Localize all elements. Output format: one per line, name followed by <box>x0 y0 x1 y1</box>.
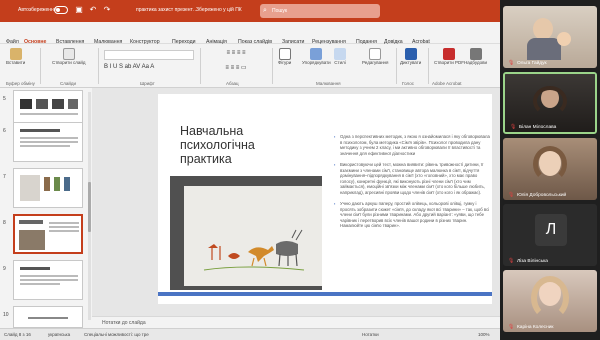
participant-tile[interactable]: 🎙 Юлія Добровольський <box>503 138 597 200</box>
addins-button[interactable]: Надбудови <box>464 48 487 65</box>
microphone-icon <box>404 48 417 60</box>
slide-thumbnail-pane: 5 6 7 8 9 10 <box>0 88 92 328</box>
participant-avatar-initial: Л <box>535 214 567 246</box>
muted-mic-icon: 🎙 <box>510 124 517 130</box>
participant-name: Юлія Добровольський <box>517 193 567 198</box>
notes-pane[interactable]: Нотатки до слайда <box>92 316 500 328</box>
status-bar: Слайд 8 з 16 українська Спеціальні можли… <box>0 328 500 340</box>
drawing-photo[interactable] <box>170 176 322 290</box>
slide-thumbnail[interactable] <box>13 168 83 208</box>
bullet-paragraph: Використовуючи цей тест, можна виявити: … <box>334 162 490 195</box>
shapes-button[interactable]: Фігури <box>278 48 291 65</box>
arrange-icon <box>310 48 323 60</box>
slide-title[interactable]: Навчальна психологічна практика <box>180 124 310 166</box>
shapes-icon <box>278 48 291 60</box>
scrollbar-thumb[interactable] <box>88 182 91 232</box>
language-indicator[interactable]: українська <box>48 332 70 337</box>
slide-thumbnail[interactable] <box>13 122 83 162</box>
search-box[interactable]: ⌕ Пошук <box>260 4 380 18</box>
separator <box>98 48 99 84</box>
paste-icon <box>9 48 22 60</box>
separator <box>396 48 397 84</box>
separator <box>40 48 41 84</box>
new-slide-icon <box>62 48 75 60</box>
muted-mic-icon: 🎙 <box>508 192 515 198</box>
paper-sheet <box>184 186 322 286</box>
group-paragraph: Абзац <box>226 81 239 86</box>
participant-tile[interactable]: 🎙 Ольга Гайдук <box>503 6 597 68</box>
new-slide-button[interactable]: Створити слайд <box>52 48 86 65</box>
thumbnail-number: 8 <box>3 220 6 226</box>
slide-thumbnail[interactable] <box>13 306 83 328</box>
document-title: практика захист презент… <box>136 7 198 13</box>
muted-mic-icon: 🎙 <box>508 60 515 66</box>
thumbnail-number: 10 <box>3 312 9 318</box>
group-slides: Слайди <box>60 81 77 86</box>
paste-button[interactable]: Вставити <box>6 48 25 65</box>
styles-button[interactable]: Стилі <box>334 48 346 65</box>
slide-counter: Слайд 8 з 16 <box>4 332 31 337</box>
align-row[interactable]: ≡ ≡ ≡ ▭ <box>206 64 266 74</box>
save-icon[interactable]: ▣ <box>74 5 84 15</box>
bullet-paragraph: Учню дають аркуш паперу, простий олівець… <box>334 201 490 229</box>
undo-icon[interactable]: ↶ <box>88 5 98 15</box>
slide-accent-bar <box>158 292 492 296</box>
participant-tile[interactable]: Л 🎙 Ліза Вілінська <box>503 204 597 266</box>
separator <box>428 48 429 84</box>
participant-tile[interactable]: 🎙 Каріна Колесник <box>503 270 597 332</box>
powerpoint-window: Автозбереження ▣ ↶ ↷ практика захист пре… <box>0 0 500 340</box>
group-clipboard: Буфер обміну <box>6 81 35 86</box>
accessibility-status[interactable]: Спеціальні можливості: що тре <box>84 332 149 337</box>
ribbon: Вставити Створити слайд B I U S ab AV Aa… <box>0 44 500 88</box>
font-format-row[interactable]: B I U S ab AV Aa A <box>104 64 194 74</box>
pdf-icon <box>443 48 455 60</box>
group-adobe: Adobe Acrobat <box>432 81 462 86</box>
participant-tile-active[interactable]: 🎙 Білан Мілослава <box>503 72 597 134</box>
menu-bar: Файл Основне Вставлення Малювання Констр… <box>0 22 500 61</box>
slide-thumbnail[interactable] <box>13 260 83 300</box>
autosave-label: Автозбереження <box>18 7 57 13</box>
group-drawing: Малювання <box>316 81 341 86</box>
bullet-paragraph: Одна з перспективних методик, з якою я о… <box>334 134 490 156</box>
participant-name: Ліза Вілінська <box>517 259 548 264</box>
slide-body[interactable]: Одна з перспективних методик, з якою я о… <box>334 134 490 235</box>
search-icon: ⌕ <box>263 7 267 14</box>
slide-stage: Навчальна психологічна практика ▪ Одна з… <box>92 88 500 316</box>
muted-mic-icon: 🎙 <box>508 258 515 264</box>
slide-canvas[interactable]: Навчальна психологічна практика ▪ Одна з… <box>158 94 492 304</box>
editing-button[interactable]: Редагування <box>362 48 388 65</box>
thumbnail-number: 9 <box>3 266 6 272</box>
thumbnail-number: 6 <box>3 128 6 134</box>
separator <box>200 48 201 84</box>
thumbnail-scrollbar[interactable] <box>88 92 91 320</box>
font-name-box[interactable] <box>104 50 194 60</box>
title-bar: Автозбереження ▣ ↶ ↷ практика захист пре… <box>0 0 500 22</box>
participant-name: Каріна Колесник <box>517 325 554 330</box>
autosave-toggle[interactable] <box>54 6 68 14</box>
notes-label: Нотатки до слайда <box>102 320 146 326</box>
dictate-button[interactable]: Диктувати <box>400 48 421 65</box>
muted-mic-icon: 🎙 <box>508 324 515 330</box>
participant-name: Білан Мілослава <box>519 125 557 130</box>
zoom-level[interactable]: 100% <box>478 332 490 337</box>
thumbnail-number: 7 <box>3 174 6 180</box>
group-voice: Голос <box>402 81 414 86</box>
redo-icon[interactable]: ↷ <box>102 5 112 15</box>
paragraph-row[interactable]: ≡ ≡ ≡ ≡ <box>206 50 266 60</box>
arrange-button[interactable]: Упорядкувати <box>302 48 331 65</box>
slide-thumbnail-selected[interactable] <box>13 214 83 254</box>
create-pdf-button[interactable]: Створити PDF <box>434 48 464 65</box>
styles-icon <box>334 48 346 60</box>
group-font: Шрифт <box>140 81 155 86</box>
search-replace-icon <box>369 48 382 60</box>
save-state[interactable]: Збережено у цій ПК <box>196 7 242 13</box>
search-placeholder: Пошук <box>272 8 288 14</box>
participant-name: Ольга Гайдук <box>517 61 547 66</box>
notes-toggle[interactable]: Нотатки <box>362 332 379 337</box>
addins-icon <box>469 48 482 60</box>
separator <box>272 48 273 84</box>
thumbnail-number: 5 <box>3 96 6 102</box>
